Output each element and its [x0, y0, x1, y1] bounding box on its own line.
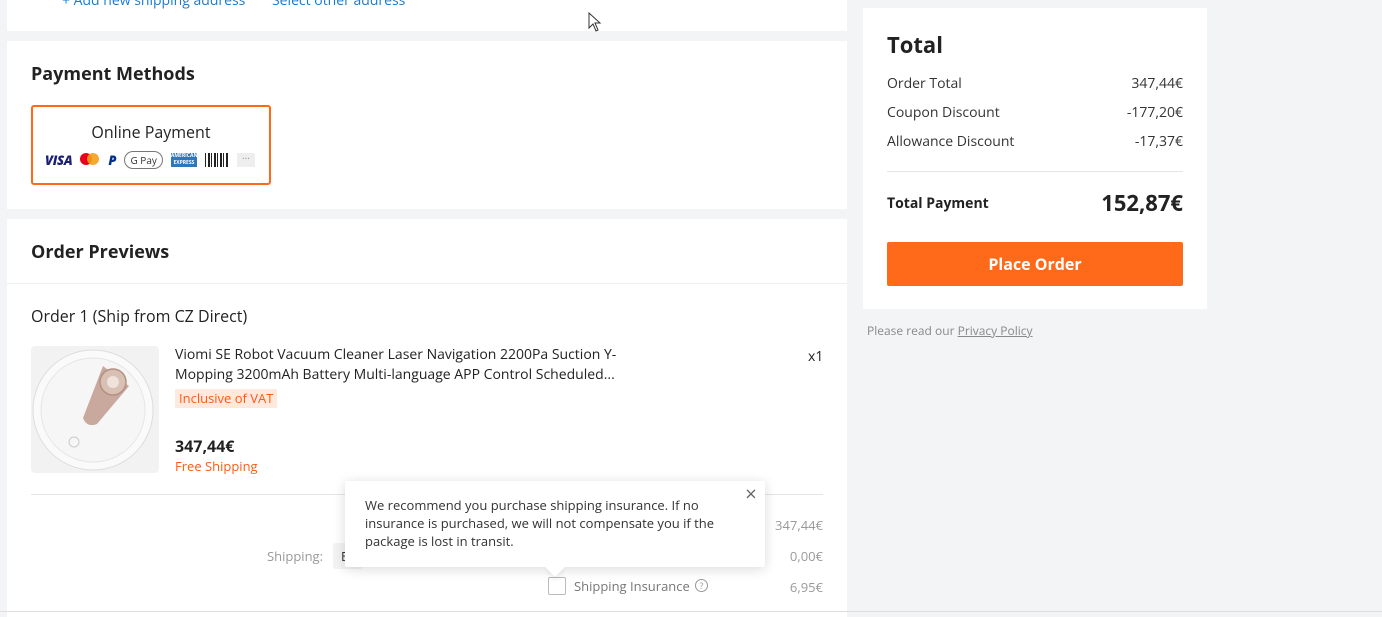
help-icon[interactable]: ?: [695, 579, 708, 592]
product-title[interactable]: Viomi SE Robot Vacuum Cleaner Laser Navi…: [175, 345, 625, 385]
order-previews-title: Order Previews: [31, 240, 170, 264]
section-divider: [7, 283, 847, 284]
order-total-value: 347,44€: [1131, 74, 1183, 93]
address-card: + Add new shipping address Select other …: [7, 0, 847, 31]
select-address-link[interactable]: Select other address: [272, 0, 405, 10]
total-payment-label: Total Payment: [887, 194, 989, 213]
more-icon: ···: [236, 153, 255, 167]
summary-divider: [887, 171, 1183, 172]
order-total-label: Order Total: [887, 74, 962, 93]
insurance-cost: 6,95€: [789, 578, 823, 596]
boleto-logo: [204, 153, 229, 167]
visa-logo: VISA: [45, 151, 73, 169]
shipping-insurance-checkbox[interactable]: [548, 577, 566, 595]
shipping-insurance-label[interactable]: Shipping Insurance: [574, 577, 690, 595]
privacy-note: Please read our Privacy Policy: [867, 322, 1033, 339]
mastercard-logo: [80, 153, 100, 167]
online-payment-option[interactable]: Online Payment VISA P G Pay AMERICAN EXP…: [31, 105, 271, 185]
privacy-policy-link[interactable]: Privacy Policy: [958, 322, 1033, 339]
payment-methods-card: Payment Methods Online Payment VISA P G …: [7, 41, 847, 209]
payment-methods-title: Payment Methods: [31, 62, 195, 86]
bottom-border: [0, 611, 1382, 612]
subtotal-value: 347,44€: [775, 516, 823, 534]
tooltip-text: We recommend you purchase shipping insur…: [365, 496, 715, 550]
close-icon[interactable]: ×: [741, 484, 761, 504]
payment-logos: VISA P G Pay AMERICAN EXPRESS ···: [45, 151, 255, 169]
shipping-label: Shipping:: [267, 547, 324, 565]
product-quantity: x1: [808, 347, 824, 366]
insurance-tooltip: We recommend you purchase shipping insur…: [345, 481, 765, 577]
free-shipping-label: Free Shipping: [175, 457, 258, 475]
total-summary-card: Total Order Total 347,44€ Coupon Discoun…: [863, 8, 1207, 309]
coupon-discount-label: Coupon Discount: [887, 103, 1000, 122]
shipping-cost: 0,00€: [789, 547, 823, 565]
order-heading: Order 1 (Ship from CZ Direct): [31, 305, 248, 327]
coupon-discount-value: -177,20€: [1126, 103, 1183, 122]
product-image[interactable]: [31, 346, 159, 473]
order-total-row: Order Total 347,44€: [887, 74, 1183, 94]
place-order-button[interactable]: Place Order: [887, 242, 1183, 286]
allowance-discount-value: -17,37€: [1134, 132, 1183, 151]
robot-vacuum-icon: [32, 349, 154, 471]
add-address-link[interactable]: + Add new shipping address: [62, 0, 245, 10]
privacy-prefix: Please read our: [867, 322, 955, 339]
google-pay-logo: G Pay: [124, 151, 163, 169]
mouse-cursor-icon: [588, 12, 602, 32]
amex-logo: AMERICAN EXPRESS: [170, 153, 198, 167]
online-payment-label: Online Payment: [91, 121, 211, 143]
total-title: Total: [887, 30, 943, 60]
allowance-discount-label: Allowance Discount: [887, 132, 1015, 151]
product-price: 347,44€: [175, 435, 235, 457]
total-payment-value: 152,87€: [1101, 188, 1183, 218]
coupon-discount-row: Coupon Discount -177,20€: [887, 103, 1183, 123]
vat-badge: Inclusive of VAT: [175, 389, 278, 408]
allowance-discount-row: Allowance Discount -17,37€: [887, 132, 1183, 152]
paypal-logo: P: [108, 151, 117, 169]
